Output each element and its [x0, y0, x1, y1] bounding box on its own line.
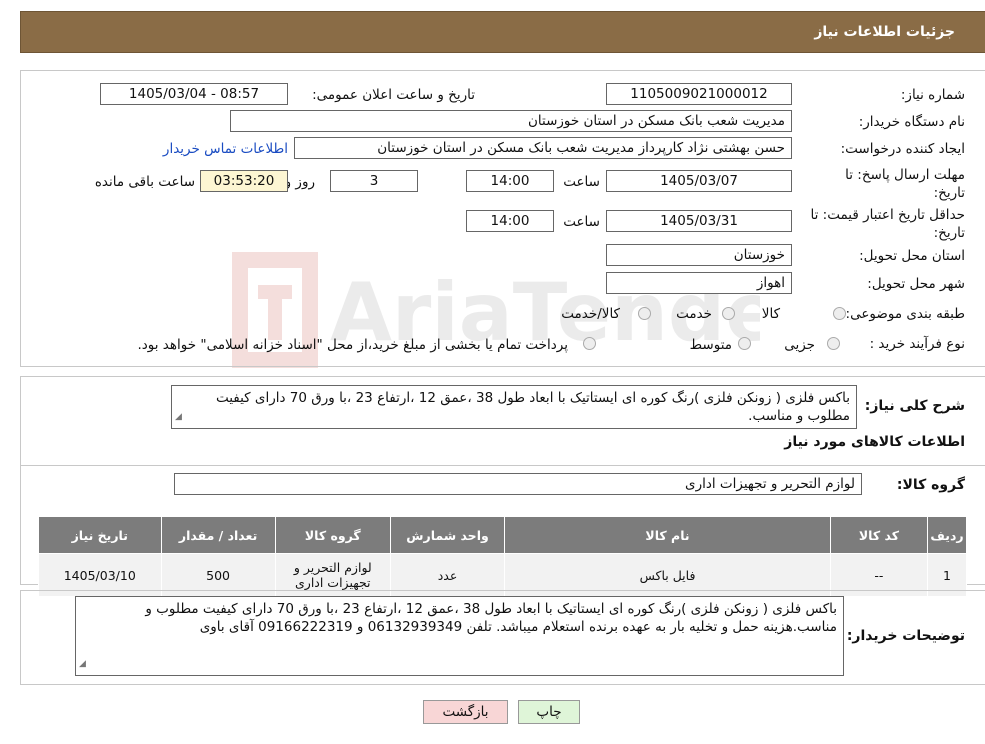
description-label: شرح کلی نیاز:	[864, 398, 965, 414]
category-radio-service[interactable]	[722, 307, 735, 320]
creator-label: ایجاد کننده درخواست:	[840, 141, 965, 157]
announce-label: تاریخ و ساعت اعلان عمومی:	[312, 87, 475, 103]
city-label: شهر محل تحویل:	[867, 276, 965, 292]
category-option-goods-service: کالا/خدمت	[561, 306, 620, 322]
buyer-notes-textarea[interactable]: باکس فلزی ( زونکن فلزی )رنگ کوره ای ایست…	[75, 596, 844, 676]
remaining-time-label: ساعت باقی مانده	[94, 174, 195, 190]
items-table: ردیف کد کالا نام کالا واحد شمارش گروه کا…	[38, 516, 967, 597]
purchase-note: پرداخت تمام یا بخشی از مبلغ خرید،از محل …	[137, 337, 568, 353]
page-title: جزئیات اطلاعات نیاز	[814, 24, 955, 40]
resize-grip-icon[interactable]: ◢	[79, 655, 86, 673]
price-validity-time-field: 14:00	[466, 210, 554, 232]
purchase-radio-medium[interactable]	[738, 337, 751, 350]
buyer-contact-link[interactable]: اطلاعات تماس خریدار	[163, 141, 288, 157]
goods-section-title: اطلاعات کالاهای مورد نیاز	[784, 434, 965, 450]
items-table-header: ردیف کد کالا نام کالا واحد شمارش گروه کا…	[38, 516, 967, 554]
back-button[interactable]: بازگشت	[423, 700, 508, 724]
description-textarea[interactable]: باکس فلزی ( زونکن فلزی )رنگ کوره ای ایست…	[171, 385, 857, 429]
deadline-time-field: 14:00	[466, 170, 554, 192]
buyer-notes-text: باکس فلزی ( زونکن فلزی )رنگ کوره ای ایست…	[145, 601, 837, 635]
col-code-header: کد کالا	[829, 516, 929, 554]
col-qty-header: تعداد / مقدار	[160, 516, 276, 554]
col-row-header: ردیف	[927, 516, 967, 554]
province-field: خوزستان	[606, 244, 792, 266]
print-button[interactable]: چاپ	[518, 700, 580, 724]
price-validity-date-field: 1405/03/31	[606, 210, 792, 232]
city-field: اهواز	[606, 272, 792, 294]
creator-field: حسن بهشتی نژاد کارپرداز مدیریت شعب بانک …	[294, 137, 792, 159]
purchase-option-medium: متوسط	[689, 337, 732, 353]
province-label: استان محل تحویل:	[859, 248, 965, 264]
purchase-type-label: نوع فرآیند خرید :	[869, 336, 965, 352]
col-group-header: گروه کالا	[274, 516, 391, 554]
remaining-time-field: 03:53:20	[200, 170, 288, 192]
category-radio-goods-service[interactable]	[638, 307, 651, 320]
days-remaining-field: 3	[330, 170, 418, 192]
buyer-org-label: نام دستگاه خریدار:	[858, 114, 965, 130]
deadline-date-field: 1405/03/07	[606, 170, 792, 192]
price-validity-label: حداقل تاریخ اعتبار قیمت: تا تاریخ:	[810, 207, 965, 241]
page-header: جزئیات اطلاعات نیاز	[20, 11, 985, 53]
category-label: طبقه بندی موضوعی:	[845, 306, 965, 322]
purchase-radio-treasury[interactable]	[583, 337, 596, 350]
buyer-org-field: مدیریت شعب بانک مسکن در استان خوزستان	[230, 110, 792, 132]
purchase-radio-minor[interactable]	[827, 337, 840, 350]
resize-grip-icon[interactable]: ◢	[175, 408, 182, 426]
announce-field: 1405/03/04 - 08:57	[100, 83, 288, 105]
need-number-label: شماره نیاز:	[900, 87, 965, 103]
category-option-service: خدمت	[676, 306, 712, 322]
purchase-option-minor: جزیی	[784, 337, 815, 353]
need-number-field: 1105009021000012	[606, 83, 792, 105]
goods-group-field: لوازم التحریر و تجهیزات اداری	[174, 473, 862, 495]
description-text: باکس فلزی ( زونکن فلزی )رنگ کوره ای ایست…	[215, 390, 850, 424]
buyer-notes-label: توضیحات خریدار:	[846, 628, 965, 644]
col-unit-header: واحد شمارش	[389, 516, 506, 554]
goods-group-label: گروه کالا:	[896, 477, 965, 493]
deadline-time-label: ساعت	[563, 174, 600, 190]
category-radio-goods[interactable]	[833, 307, 846, 320]
price-validity-time-label: ساعت	[563, 214, 600, 230]
category-option-goods: کالا	[761, 306, 780, 322]
days-label: روز و	[284, 174, 315, 190]
col-date-header: تاریخ نیاز	[38, 516, 162, 554]
col-name-header: نام کالا	[504, 516, 831, 554]
deadline-label: مهلت ارسال پاسخ: تا تاریخ:	[845, 167, 965, 201]
